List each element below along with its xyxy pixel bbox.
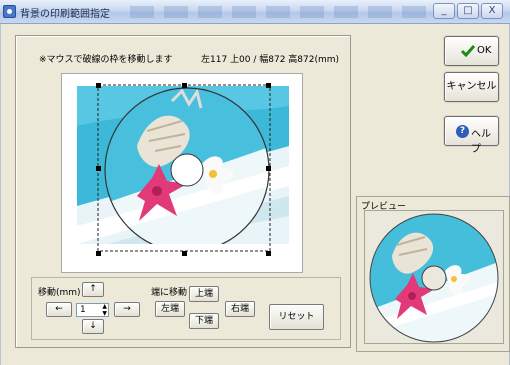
title-bar-pattern (130, 6, 430, 18)
help-question-icon: ? (456, 125, 469, 138)
preview-disc (369, 213, 499, 343)
app-icon (3, 5, 16, 18)
resize-handle-right[interactable] (266, 166, 271, 171)
position-readout: 左117 上00 / 幅872 高872(mm) (201, 55, 340, 65)
checkmark-icon (461, 45, 475, 57)
step-value: 1 (80, 305, 86, 315)
move-right-edge-button[interactable]: 右端 (225, 301, 255, 317)
edge-move-label: 端に移動 (151, 288, 188, 298)
move-up-button[interactable]: ↑ (82, 282, 104, 297)
resize-handle-bottom[interactable] (182, 251, 187, 256)
reset-button[interactable]: リセット (269, 304, 324, 330)
resize-handle-bottom-right[interactable] (266, 251, 271, 256)
resize-handle-top-left[interactable] (96, 83, 101, 88)
window-title: 背景の印刷範囲指定 (20, 9, 110, 20)
close-button[interactable]: X (481, 3, 503, 19)
move-right-button[interactable]: → (114, 302, 140, 317)
move-label: 移動(mm) (38, 288, 81, 298)
resize-handle-left[interactable] (96, 166, 101, 171)
resize-handle-bottom-left[interactable] (96, 251, 101, 256)
ok-label: OK (477, 45, 492, 56)
ok-button[interactable]: OK (444, 36, 499, 66)
move-left-button[interactable]: ← (46, 302, 72, 317)
resize-handle-top-right[interactable] (266, 83, 271, 88)
resize-handle-top[interactable] (182, 83, 187, 88)
maximize-button[interactable]: □ (457, 3, 479, 19)
move-left-edge-button[interactable]: 左端 (155, 301, 185, 317)
move-down-button[interactable]: ↓ (82, 319, 104, 334)
help-label: ヘルプ (471, 129, 491, 155)
move-bottom-edge-button[interactable]: 下端 (189, 313, 219, 329)
minimize-button[interactable]: _ (433, 3, 455, 19)
preview-box (364, 210, 504, 344)
drag-hint-text: ※マウスで破線の枠を移動します (39, 55, 173, 65)
spin-arrows-icon[interactable]: ▲ ▼ (102, 303, 107, 317)
cancel-button[interactable]: キャンセル (444, 72, 499, 102)
selection-frame[interactable] (94, 83, 274, 255)
help-button[interactable]: ? ヘルプ (444, 116, 499, 155)
move-top-edge-button[interactable]: 上端 (189, 286, 219, 302)
step-input[interactable]: 1 ▲ ▼ (76, 303, 109, 317)
